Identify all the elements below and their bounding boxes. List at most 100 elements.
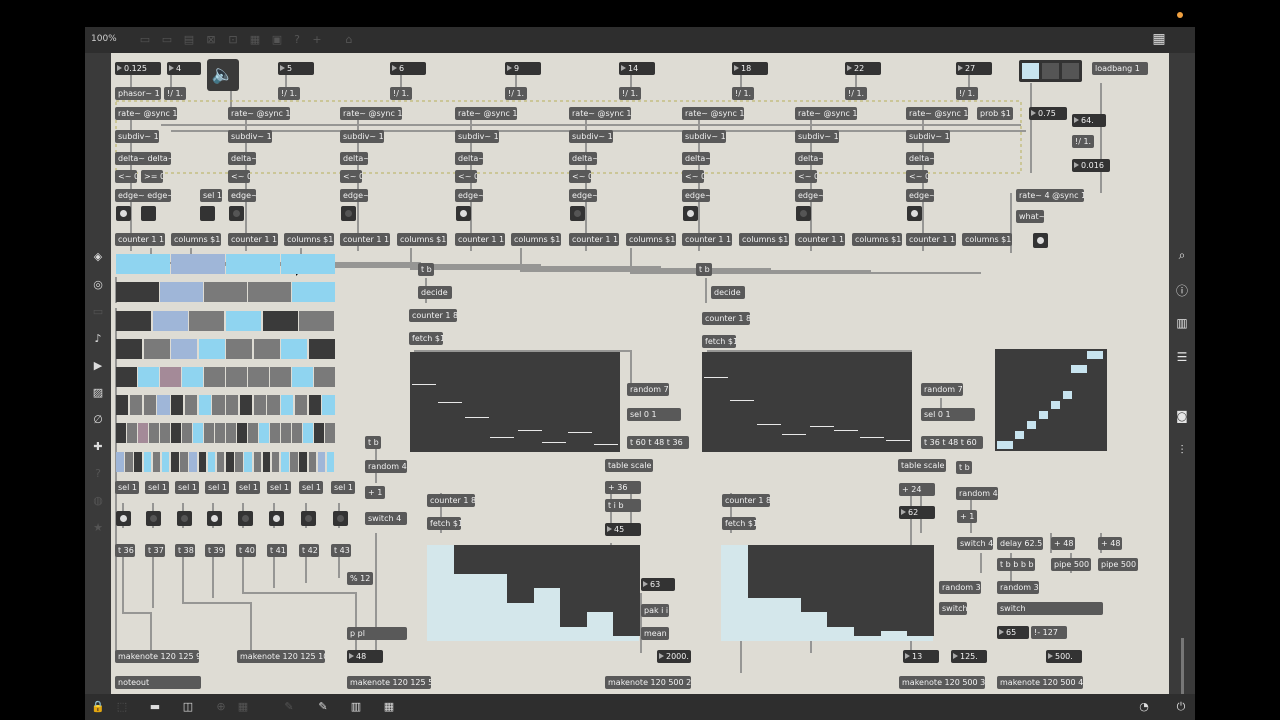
search-icon[interactable]: ⌕	[1172, 248, 1192, 263]
matrix-cell[interactable]	[253, 452, 262, 472]
bang-button[interactable]	[146, 511, 161, 526]
table-right[interactable]	[721, 545, 934, 641]
matrix-cell[interactable]	[171, 395, 184, 415]
subdiv-object[interactable]: subdiv~ 1	[795, 130, 839, 143]
less-than-object[interactable]: <~ 0	[906, 170, 928, 183]
less-than-object[interactable]: <~ 0	[115, 170, 137, 183]
ruler-icon[interactable]: ▭	[90, 305, 106, 319]
sel-object[interactable]: sel 1	[205, 481, 229, 494]
columns-message[interactable]: columns $1	[852, 233, 902, 246]
matrix-cell[interactable]	[299, 452, 307, 472]
matrix-cell[interactable]	[299, 311, 335, 331]
sel-object[interactable]: sel 1	[200, 189, 222, 202]
trigger-object[interactable]: t 38	[175, 544, 195, 557]
matrix-cell[interactable]	[127, 423, 137, 443]
plus-object[interactable]: + 1	[365, 486, 385, 499]
star-icon[interactable]: ★	[90, 521, 106, 535]
divide-object[interactable]: !/ 1.	[1072, 135, 1094, 148]
trigger-object[interactable]: t 42	[299, 544, 319, 557]
number-box[interactable]: 22	[845, 62, 881, 75]
bang-button[interactable]	[116, 206, 131, 221]
piano-icon[interactable]: ▥	[348, 700, 364, 714]
sliders-icon[interactable]: ⫶	[1172, 443, 1192, 458]
matrix-cell[interactable]	[204, 282, 247, 302]
number-box[interactable]: 125.	[951, 650, 987, 663]
subdiv-object[interactable]: subdiv~ 1	[569, 130, 613, 143]
matrix-cell[interactable]	[290, 452, 298, 472]
delta-object[interactable]: delta~ delta~	[115, 152, 171, 165]
clip-icon[interactable]: ▶	[90, 359, 106, 373]
matrix-cell[interactable]	[253, 339, 280, 359]
bang-button[interactable]	[796, 206, 811, 221]
matrix-cell[interactable]	[239, 395, 252, 415]
number-box[interactable]: 6	[390, 62, 426, 75]
matrix-cell[interactable]	[116, 367, 137, 387]
toggle[interactable]	[141, 206, 156, 221]
matrix-cell[interactable]	[157, 395, 170, 415]
matrix-cell[interactable]	[160, 423, 170, 443]
matrix-cell[interactable]	[161, 452, 170, 472]
edge-object[interactable]: edge~	[906, 189, 934, 202]
edge-object[interactable]: edge~	[228, 189, 256, 202]
trigger-object[interactable]: t 37	[145, 544, 165, 557]
number-box[interactable]: 64.	[1072, 114, 1106, 127]
matrix-cell[interactable]	[294, 395, 307, 415]
trigger-object[interactable]: t b	[365, 436, 381, 449]
matrix-cell[interactable]	[134, 452, 142, 472]
matrix-cell[interactable]	[262, 311, 298, 331]
matrix-cell[interactable]	[248, 282, 291, 302]
matrix-cell[interactable]	[149, 423, 159, 443]
delta-object[interactable]: delta~	[455, 152, 483, 165]
number-box[interactable]: 18	[732, 62, 768, 75]
counter-object[interactable]: counter 1 1	[340, 233, 390, 246]
table-scale-object[interactable]: table scale	[605, 459, 653, 472]
bang-button[interactable]	[301, 511, 316, 526]
counter-object[interactable]: counter 1 8	[722, 494, 770, 507]
fetch-message[interactable]: fetch $1	[409, 332, 443, 345]
matrix-cell[interactable]	[262, 452, 271, 472]
phasor-object[interactable]: phasor~ 1	[115, 87, 161, 100]
matrix-cell[interactable]	[129, 395, 142, 415]
align-icon[interactable]: ⊡	[225, 33, 241, 47]
matrix-cell[interactable]	[152, 311, 188, 331]
matrix-cell[interactable]	[281, 339, 307, 359]
matrix-cell[interactable]	[152, 452, 161, 472]
edge-object[interactable]: edge~ edge~	[115, 189, 171, 202]
delta-object[interactable]: delta~	[906, 152, 934, 165]
number-box[interactable]: 500.	[1046, 650, 1082, 663]
sel-object[interactable]: sel 1	[331, 481, 355, 494]
camera-icon[interactable]: ◙	[1172, 409, 1192, 423]
fetch-message[interactable]: fetch $1	[427, 517, 461, 530]
columns-message[interactable]: columns $1	[962, 233, 1012, 246]
matrix-cell[interactable]	[308, 395, 321, 415]
less-than-object[interactable]: <~ 0	[455, 170, 477, 183]
matrix-cell[interactable]	[207, 452, 216, 472]
delta-object[interactable]: delta~	[228, 152, 256, 165]
rate-object[interactable]: rate~ 4 @sync 1	[1016, 189, 1084, 202]
columns-message[interactable]: columns $1	[739, 233, 789, 246]
cube-icon[interactable]: ◈	[90, 250, 106, 264]
counter-object[interactable]: counter 1 1	[455, 233, 505, 246]
matrix-cell[interactable]	[292, 282, 335, 302]
bang-button[interactable]	[570, 206, 585, 221]
table-scale-object[interactable]: table scale	[898, 459, 946, 472]
matrix-cell[interactable]	[116, 339, 142, 359]
makenote-object[interactable]: makenote 120 125 5	[347, 676, 431, 689]
number-box[interactable]: 63	[641, 578, 675, 591]
matrix-cell[interactable]	[259, 423, 269, 443]
matrix-cell[interactable]	[143, 339, 170, 359]
matrix-cell[interactable]	[317, 452, 326, 472]
subdiv-object[interactable]: subdiv~ 1	[455, 130, 499, 143]
matrix-cell[interactable]	[237, 423, 247, 443]
globe-icon[interactable]: ◍	[90, 494, 106, 508]
counter-object[interactable]: counter 1 1	[569, 233, 619, 246]
matrix-grid[interactable]	[995, 349, 1107, 451]
delta-object[interactable]: delta~	[569, 152, 597, 165]
matrix-cell[interactable]	[281, 254, 335, 274]
matrix-cell[interactable]	[143, 452, 152, 472]
matrix-cell[interactable]	[314, 367, 335, 387]
trigger-object[interactable]: t 41	[267, 544, 287, 557]
fetch-message[interactable]: fetch $1	[722, 517, 756, 530]
counter-object[interactable]: counter 1 1	[228, 233, 278, 246]
rate-object[interactable]: rate~ @sync 1	[228, 107, 290, 120]
